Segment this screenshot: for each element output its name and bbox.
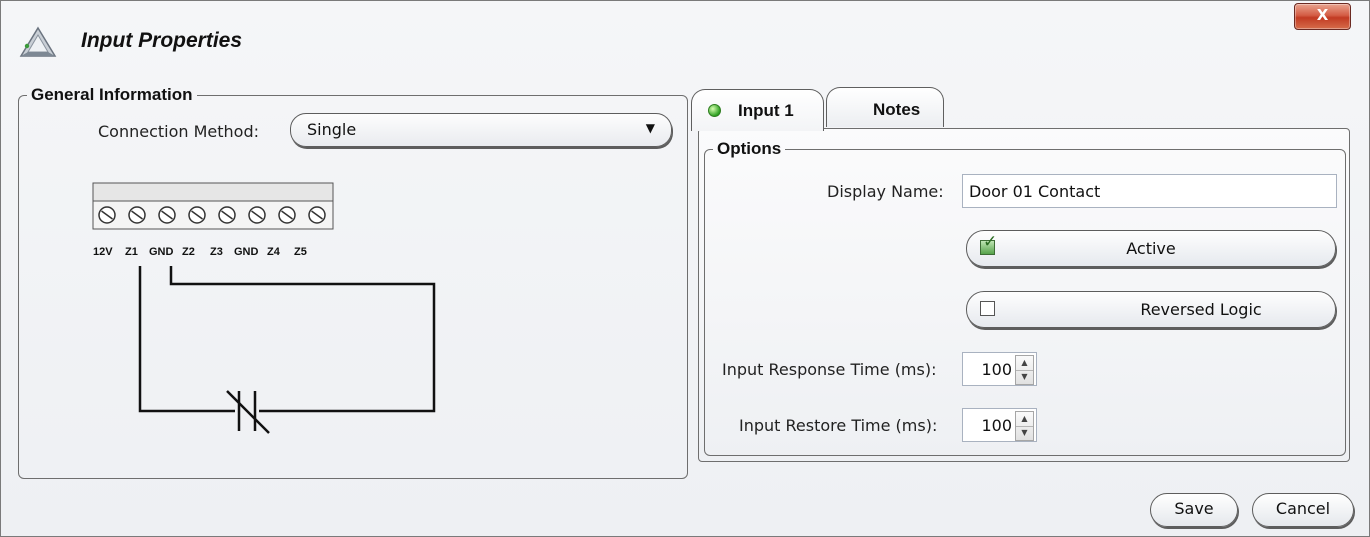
display-name-label: Display Name:: [827, 182, 944, 201]
input-properties-window: Input Properties X General Information C…: [0, 0, 1370, 537]
terminal-screw-icon: [248, 206, 266, 224]
reversed-logic-label: Reversed Logic: [1140, 300, 1262, 319]
reversed-logic-toggle-button[interactable]: Reversed Logic: [966, 291, 1336, 328]
terminal-screw-icon: [278, 206, 296, 224]
options-legend: Options: [717, 139, 782, 158]
status-dot-icon: [708, 104, 721, 117]
input-restore-time-label: Input Restore Time (ms):: [739, 416, 938, 435]
active-toggle-button[interactable]: ✓ Active: [966, 230, 1336, 267]
display-name-input[interactable]: [962, 174, 1337, 208]
close-icon: X: [1316, 6, 1329, 24]
connection-method-label: Connection Method:: [98, 122, 260, 141]
active-label: Active: [1126, 239, 1176, 258]
input-response-time-value: 100: [981, 360, 1012, 379]
save-button[interactable]: Save: [1150, 493, 1238, 527]
chevron-down-icon: ▼: [645, 121, 655, 135]
terminal-screw-icon: [98, 206, 116, 224]
terminal-label: Z3: [210, 246, 223, 258]
spin-up-icon[interactable]: ▲: [1016, 412, 1033, 427]
window-title: Input Properties: [81, 29, 243, 52]
input-1-tab-panel: Options Display Name: ✓ Active Reversed …: [698, 128, 1350, 462]
connection-method-value: Single: [307, 120, 357, 139]
wire-gnd: [169, 266, 436, 413]
close-button[interactable]: X: [1294, 3, 1351, 30]
terminal-screw-icon: [128, 206, 146, 224]
spin-up-icon[interactable]: ▲: [1016, 356, 1033, 371]
tab-input-1[interactable]: Input 1: [691, 89, 824, 131]
tab-input-1-label: Input 1: [738, 101, 794, 120]
tab-notes[interactable]: Notes: [826, 87, 944, 127]
input-restore-time-value: 100: [981, 416, 1012, 435]
input-response-time-spinner[interactable]: 100 ▲ ▼: [962, 352, 1037, 386]
terminal-label: Z5: [294, 246, 307, 258]
terminal-label: Z4: [267, 246, 281, 258]
input-response-time-label: Input Response Time (ms):: [722, 360, 937, 379]
terminal-label: Z1: [125, 246, 138, 258]
spinner-buttons: ▲ ▼: [1015, 411, 1034, 441]
title-bar: Input Properties X: [1, 1, 1369, 63]
connection-method-select[interactable]: Single ▼: [290, 113, 672, 147]
checkbox-unchecked-icon: [980, 301, 995, 316]
terminal-label: GND: [234, 246, 259, 258]
input-restore-time-spinner[interactable]: 100 ▲ ▼: [962, 408, 1037, 442]
terminal-screw-icon: [188, 206, 206, 224]
terminal-screw-icon: [158, 206, 176, 224]
terminal-labels: 12V Z1 GND Z2 Z3 GND Z4 Z5: [93, 246, 307, 258]
terminal-label: Z2: [182, 246, 195, 258]
tab-notes-label: Notes: [873, 100, 921, 119]
terminal-screw-icon: [218, 206, 236, 224]
general-information-legend: General Information: [31, 85, 193, 104]
wire-z1: [138, 266, 235, 413]
terminal-label: GND: [149, 246, 174, 258]
terminal-block-header: [92, 182, 334, 202]
terminal-label: 12V: [93, 246, 113, 258]
triangle-logo-icon: [19, 26, 57, 57]
cancel-button[interactable]: Cancel: [1252, 493, 1354, 527]
terminal-screw-icon: [308, 206, 326, 224]
wiring-diagram: 12V Z1 GND Z2 Z3 GND Z4 Z5: [92, 182, 436, 434]
spinner-buttons: ▲ ▼: [1015, 355, 1034, 385]
spin-down-icon[interactable]: ▼: [1016, 370, 1033, 384]
spin-down-icon[interactable]: ▼: [1016, 426, 1033, 440]
